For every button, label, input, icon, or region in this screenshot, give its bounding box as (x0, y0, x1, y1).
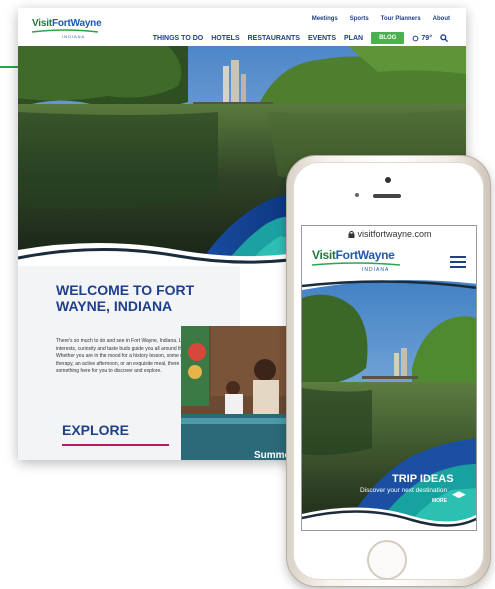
search-icon[interactable] (440, 34, 448, 42)
weather-widget[interactable]: 79° (412, 35, 432, 42)
utility-nav: Meetings Sports Tour Planners About (312, 16, 450, 22)
card-label: Summe (254, 450, 291, 460)
lock-icon (348, 230, 355, 238)
welcome-heading: WELCOME TO FORT WAYNE, INDIANA (56, 282, 195, 314)
logo-text-brand: FortWayne (51, 18, 102, 29)
mobile-logo-brand: FortWayne (335, 248, 395, 262)
sun-icon (413, 35, 419, 41)
util-nav-meetings[interactable]: Meetings (312, 16, 338, 22)
blog-button[interactable]: BLOG (371, 32, 405, 44)
chevron-right-icon[interactable]: ▶ (459, 489, 466, 499)
sensor-icon (355, 193, 359, 197)
util-nav-about[interactable]: About (433, 16, 450, 22)
util-nav-sports[interactable]: Sports (350, 16, 369, 22)
slide-title: TRIP IDEAS (392, 473, 454, 485)
url-bar[interactable]: visitfortwayne.com (302, 226, 476, 242)
slide-more-link[interactable]: MORE (432, 498, 447, 504)
site-logo[interactable]: VisitFortWayne INDIANA (32, 18, 112, 46)
nav-things-to-do[interactable]: THINGS TO DO (153, 35, 203, 42)
mobile-logo[interactable]: VisitFortWayne INDIANA (312, 248, 400, 273)
speaker-icon (373, 194, 401, 198)
util-nav-tour-planners[interactable]: Tour Planners (381, 16, 421, 22)
slider-arrows: ◀▶ (452, 489, 466, 500)
phone-screen: visitfortwayne.com VisitFortWayne INDIAN… (301, 225, 477, 531)
home-button[interactable] (367, 540, 407, 580)
mobile-logo-visit: Visit (312, 248, 336, 262)
mobile-logo-subtitle: INDIANA (362, 267, 390, 273)
explore-link[interactable]: EXPLORE (62, 422, 129, 438)
hamburger-menu-icon[interactable] (450, 256, 466, 268)
nav-restaurants[interactable]: RESTAURANTS (248, 35, 300, 42)
nav-plan[interactable]: PLAN (344, 35, 363, 42)
phone-mockup: visitfortwayne.com VisitFortWayne INDIAN… (286, 155, 491, 587)
explore-underline (62, 444, 169, 446)
slide-subtitle: Discover your next destination (360, 487, 448, 494)
logo-subtitle: INDIANA (62, 34, 86, 39)
nav-hotels[interactable]: HOTELS (211, 35, 239, 42)
weather-temp: 79° (421, 34, 432, 42)
summer-card-image[interactable] (181, 326, 301, 460)
nav-events[interactable]: EVENTS (308, 35, 336, 42)
front-camera-icon (385, 177, 391, 183)
chevron-left-icon[interactable]: ◀ (452, 489, 459, 499)
main-nav: THINGS TO DO HOTELS RESTAURANTS EVENTS P… (153, 32, 448, 44)
logo-text-visit: Visit (32, 18, 52, 29)
url-text: visitfortwayne.com (357, 229, 432, 239)
